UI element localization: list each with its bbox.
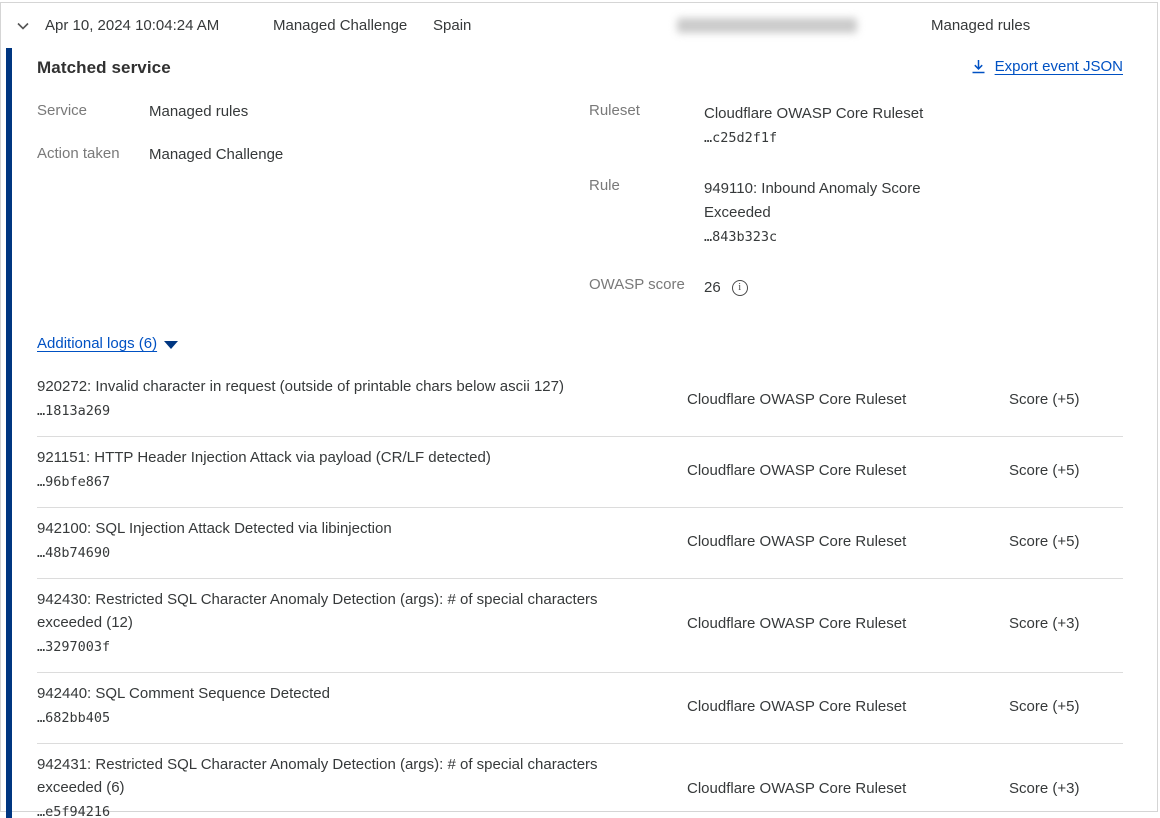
additional-logs-toggle[interactable]: Additional logs (6) [37, 335, 178, 352]
log-ruleset: Cloudflare OWASP Core Ruleset [687, 462, 1009, 479]
log-hash: …1813a269 [37, 399, 657, 423]
additional-logs-label: Additional logs (6) [37, 335, 157, 352]
export-link-label: Export event JSON [995, 58, 1123, 75]
log-ruleset: Cloudflare OWASP Core Ruleset [687, 533, 1009, 550]
log-entry: 942440: SQL Comment Sequence Detected …6… [37, 673, 1123, 744]
rule-hash: …843b323c [704, 225, 944, 249]
log-description: 942100: SQL Injection Attack Detected vi… [37, 517, 657, 540]
event-service: Managed rules [931, 17, 1157, 34]
firewall-event-card: Apr 10, 2024 10:04:24 AM Managed Challen… [0, 2, 1158, 812]
log-score: Score (+5) [1009, 462, 1123, 479]
log-description: 942431: Restricted SQL Character Anomaly… [37, 753, 657, 799]
log-score: Score (+3) [1009, 780, 1123, 797]
rule-label: Rule [589, 177, 704, 249]
ruleset-name: Cloudflare OWASP Core Ruleset [704, 102, 944, 126]
event-summary-row[interactable]: Apr 10, 2024 10:04:24 AM Managed Challen… [1, 3, 1157, 48]
panel-title: Matched service [37, 58, 171, 78]
log-ruleset: Cloudflare OWASP Core Ruleset [687, 615, 1009, 632]
export-event-json-link[interactable]: Export event JSON [971, 58, 1123, 75]
log-score: Score (+5) [1009, 533, 1123, 550]
log-entry: 942100: SQL Injection Attack Detected vi… [37, 508, 1123, 579]
action-taken-field: Action taken Managed Challenge [37, 145, 589, 165]
event-redacted-field [673, 18, 863, 33]
chevron-down-icon [15, 18, 31, 34]
redacted-value-blur [677, 18, 857, 33]
info-icon[interactable]: i [732, 280, 748, 296]
log-description: 920272: Invalid character in request (ou… [37, 375, 657, 398]
collapse-row-button[interactable] [15, 18, 45, 34]
additional-logs-list: 920272: Invalid character in request (ou… [37, 366, 1123, 818]
action-taken-value: Managed Challenge [149, 145, 283, 165]
log-ruleset: Cloudflare OWASP Core Ruleset [687, 391, 1009, 408]
service-field: Service Managed rules [37, 102, 589, 122]
log-ruleset: Cloudflare OWASP Core Ruleset [687, 698, 1009, 715]
log-hash: …682bb405 [37, 706, 657, 730]
log-entry: 942430: Restricted SQL Character Anomaly… [37, 579, 1123, 673]
log-entry: 942431: Restricted SQL Character Anomaly… [37, 744, 1123, 818]
download-icon [971, 59, 986, 75]
event-timestamp: Apr 10, 2024 10:04:24 AM [45, 17, 273, 34]
log-hash: …96bfe867 [37, 470, 657, 494]
action-taken-label: Action taken [37, 145, 149, 165]
log-description: 942430: Restricted SQL Character Anomaly… [37, 588, 657, 634]
log-hash: …e5f94216 [37, 800, 657, 818]
service-label: Service [37, 102, 149, 122]
rule-name: 949110: Inbound Anomaly Score Exceeded [704, 177, 944, 225]
ruleset-hash: …c25d2f1f [704, 126, 944, 150]
log-entry: 921151: HTTP Header Injection Attack via… [37, 437, 1123, 508]
owasp-score-value: 26 [704, 276, 721, 300]
log-ruleset: Cloudflare OWASP Core Ruleset [687, 780, 1009, 797]
log-hash: …3297003f [37, 635, 657, 659]
service-value: Managed rules [149, 102, 248, 122]
log-score: Score (+5) [1009, 698, 1123, 715]
owasp-score-label: OWASP score [589, 276, 704, 300]
event-detail-panel: Matched service Export event JSON Servic… [6, 48, 1157, 818]
log-score: Score (+5) [1009, 391, 1123, 408]
event-country: Spain [433, 17, 673, 34]
owasp-score-field: OWASP score 26 i [589, 276, 1123, 300]
matched-service-details: Service Managed rules Action taken Manag… [37, 102, 1123, 327]
log-hash: …48b74690 [37, 541, 657, 565]
caret-down-icon [164, 341, 178, 349]
log-description: 921151: HTTP Header Injection Attack via… [37, 446, 657, 469]
rule-field: Rule 949110: Inbound Anomaly Score Excee… [589, 177, 1123, 249]
log-description: 942440: SQL Comment Sequence Detected [37, 682, 657, 705]
event-action: Managed Challenge [273, 17, 433, 34]
log-entry: 920272: Invalid character in request (ou… [37, 366, 1123, 437]
ruleset-label: Ruleset [589, 102, 704, 150]
ruleset-field: Ruleset Cloudflare OWASP Core Ruleset …c… [589, 102, 1123, 150]
log-score: Score (+3) [1009, 615, 1123, 632]
